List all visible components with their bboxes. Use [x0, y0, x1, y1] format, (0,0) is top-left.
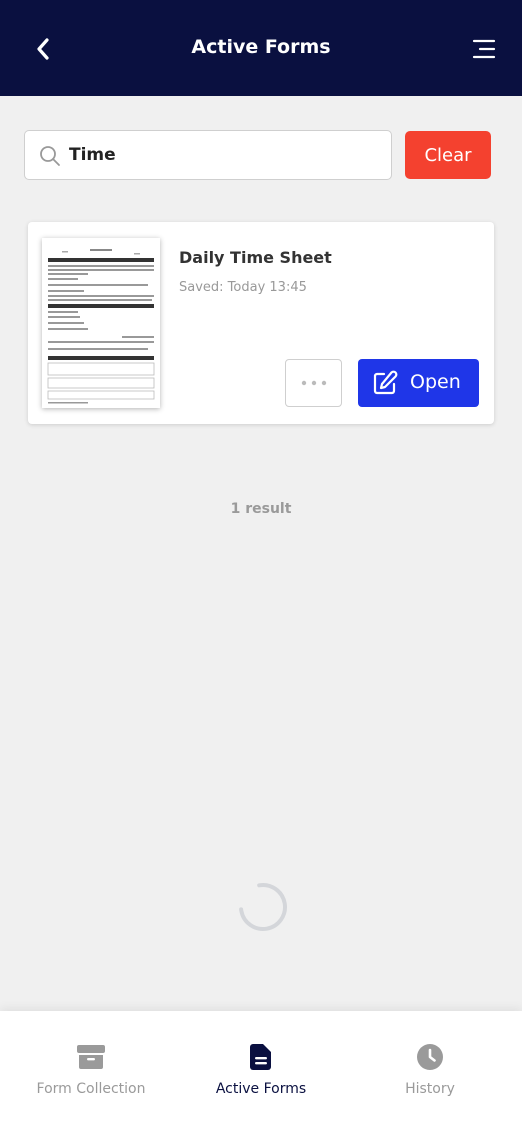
archive-box-icon: [76, 1042, 106, 1072]
result-count: 1 result: [230, 501, 292, 517]
nav-label: Form Collection: [36, 1081, 146, 1097]
search-box: [24, 130, 392, 180]
clear-button[interactable]: Clear: [405, 131, 491, 179]
form-title: Daily Time Sheet: [179, 248, 332, 267]
loading-spinner-icon: [239, 883, 287, 931]
bottom-nav: Form Collection Active Forms History: [0, 1011, 522, 1130]
nav-history[interactable]: History: [343, 1011, 517, 1130]
nav-label: Active Forms: [215, 1081, 307, 1097]
search-icon: [40, 146, 60, 166]
page-title: Active Forms: [191, 36, 331, 58]
form-card[interactable]: Daily Time Sheet Saved: Today 13:45 Open: [28, 222, 494, 424]
nav-active-forms[interactable]: Active Forms: [174, 1011, 348, 1130]
form-preview-image: [42, 238, 160, 408]
open-button[interactable]: Open: [358, 359, 479, 407]
more-dots-icon: [301, 380, 326, 386]
nav-label: History: [405, 1081, 455, 1097]
clock-icon: [415, 1042, 445, 1072]
form-saved-time: Saved: Today 13:45: [179, 280, 307, 295]
edit-icon: [373, 370, 398, 395]
form-thumbnail: [42, 238, 160, 408]
more-options-button[interactable]: [285, 359, 342, 407]
document-icon: [246, 1042, 276, 1072]
app-header: Active Forms: [0, 0, 522, 96]
menu-icon: [472, 39, 496, 59]
open-button-label: Open: [410, 371, 461, 393]
search-input[interactable]: [69, 137, 379, 173]
menu-button[interactable]: [466, 34, 502, 64]
nav-form-collection[interactable]: Form Collection: [4, 1011, 178, 1130]
